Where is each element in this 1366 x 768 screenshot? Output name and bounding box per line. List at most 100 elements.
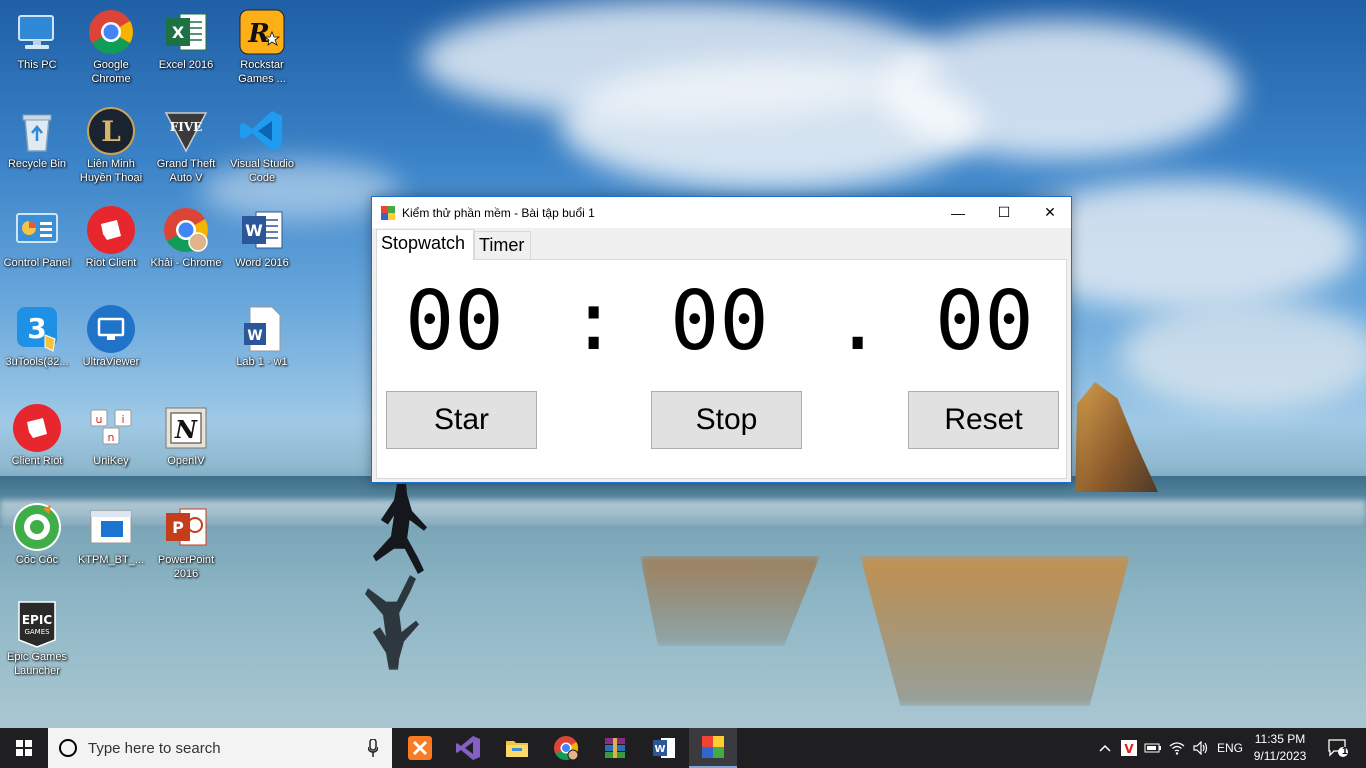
stopwatch-panel: 00 : 00 . 00 Star Stop Reset: [376, 259, 1067, 479]
desktop-icon-google-chrome[interactable]: Google Chrome: [74, 8, 148, 86]
rockstar-icon: R: [238, 8, 286, 56]
desktop-icon-client-riot[interactable]: Client Riot: [0, 404, 74, 468]
chrome-icon: [554, 736, 579, 761]
svg-text:V: V: [1124, 742, 1134, 756]
desktop-icon-openiv[interactable]: N OpenIV: [149, 404, 223, 468]
start-button[interactable]: Star: [386, 391, 537, 449]
taskbar-search-box[interactable]: Type here to search: [48, 728, 392, 768]
tab-timer[interactable]: Timer: [474, 231, 531, 259]
taskbar-visual-studio[interactable]: [444, 728, 492, 768]
xampp-icon: [408, 736, 432, 760]
svg-text:W: W: [245, 221, 263, 240]
desktop-icon-this-pc[interactable]: This PC: [0, 8, 74, 72]
vscode-icon: [238, 107, 286, 155]
visual-studio-icon: [456, 736, 480, 760]
desktop-icon-gta-v[interactable]: FIVE Grand Theft Auto V: [149, 107, 223, 185]
show-hidden-icons-button[interactable]: [1094, 728, 1116, 768]
word-doc-icon: W: [238, 305, 286, 353]
windows-icon: [16, 740, 32, 756]
svg-text:FIVE: FIVE: [170, 120, 203, 134]
gta-icon: FIVE: [162, 107, 210, 155]
3utools-icon: 3: [13, 305, 61, 353]
desktop-icon-ktpm[interactable]: KTPM_BT_...: [74, 503, 148, 567]
stop-button[interactable]: Stop: [651, 391, 802, 449]
taskbar-word[interactable]: W: [640, 728, 688, 768]
desktop-icon-lien-minh[interactable]: L Liên Minh Huyền Thoại: [74, 107, 148, 185]
chevron-up-icon: [1099, 744, 1111, 752]
desktop-icon-word[interactable]: W Word 2016: [225, 206, 299, 270]
stopwatch-window: Kiểm thử phần mềm - Bài tập buổi 1 — ☐ ✕…: [371, 196, 1072, 483]
desktop-icon-khai-chrome[interactable]: Khải - Chrome: [149, 206, 223, 270]
svg-text:i: i: [121, 413, 124, 426]
file-explorer-icon: [506, 741, 528, 757]
search-icon: [59, 739, 77, 757]
desktop-icon-recycle-bin[interactable]: Recycle Bin: [0, 107, 74, 171]
svg-text:EPIC: EPIC: [22, 613, 52, 627]
taskbar: Type here to search W V ENG 11:35 PM 9/1…: [0, 728, 1366, 768]
app-icon: [381, 205, 395, 220]
minimize-button[interactable]: —: [935, 197, 981, 228]
powerpoint-icon: P: [162, 503, 210, 551]
desktop-icon-excel[interactable]: X Excel 2016: [149, 8, 223, 72]
taskbar-stopwatch-app[interactable]: [689, 728, 737, 768]
taskbar-winrar[interactable]: [591, 728, 639, 768]
svg-text:u: u: [96, 413, 103, 426]
svg-text:L: L: [101, 115, 121, 148]
openiv-icon: N: [162, 404, 210, 452]
epic-games-icon: EPIC GAMES: [13, 600, 61, 648]
tray-volume[interactable]: [1190, 728, 1212, 768]
svg-text:W: W: [654, 744, 665, 755]
recycle-bin-icon: [13, 107, 61, 155]
search-placeholder: Type here to search: [88, 739, 221, 757]
svg-text:X: X: [172, 23, 185, 42]
taskbar-file-explorer[interactable]: [493, 728, 541, 768]
desktop-icon-coccoc[interactable]: Cốc Cốc: [0, 503, 74, 567]
vietnamese-input-icon: V: [1121, 740, 1137, 756]
tab-stopwatch[interactable]: Stopwatch: [376, 229, 474, 260]
desktop-icon-ultraviewer[interactable]: UltraViewer: [74, 305, 148, 369]
taskbar-chrome[interactable]: [542, 728, 590, 768]
tray-language[interactable]: ENG: [1214, 728, 1246, 768]
centiseconds-display: 00: [935, 274, 1034, 369]
notification-center-button[interactable]: 1: [1318, 728, 1358, 768]
winrar-icon: [605, 738, 625, 758]
desktop-icon-powerpoint[interactable]: P PowerPoint 2016: [149, 503, 223, 581]
window-title: Kiểm thử phần mềm - Bài tập buổi 1: [402, 205, 595, 220]
wallpaper-cloud: [1120, 300, 1366, 410]
start-button[interactable]: [0, 728, 48, 768]
coccoc-icon: [13, 503, 61, 551]
desktop-icon-3utools[interactable]: 3 3uTools(32...: [0, 305, 74, 369]
wallpaper-cloud: [880, 20, 1240, 160]
chrome-profile-icon: [162, 206, 210, 254]
tray-clock[interactable]: 11:35 PM 9/11/2023: [1248, 731, 1312, 765]
desktop-icon-rockstar[interactable]: R Rockstar Games ...: [225, 8, 299, 86]
tray-vietkey[interactable]: V: [1118, 728, 1140, 768]
desktop-icon-control-panel[interactable]: Control Panel: [0, 206, 74, 270]
tray-battery[interactable]: [1142, 728, 1164, 768]
chrome-icon: [87, 8, 135, 56]
svg-text:3: 3: [27, 312, 46, 345]
title-bar[interactable]: Kiểm thử phần mềm - Bài tập buổi 1 — ☐ ✕: [372, 197, 1071, 228]
unikey-icon: u in: [87, 404, 135, 452]
close-icon: ✕: [1044, 204, 1056, 220]
microphone-icon[interactable]: [368, 739, 378, 757]
maximize-button[interactable]: ☐: [981, 197, 1027, 228]
svg-text:P: P: [172, 518, 184, 537]
desktop-icon-epic-games[interactable]: EPIC GAMES Epic Games Launcher: [0, 600, 74, 678]
minimize-icon: —: [951, 204, 965, 221]
tray-wifi[interactable]: [1166, 728, 1188, 768]
riot-icon: [87, 206, 135, 254]
wallpaper-rock-reflection: [860, 556, 1130, 706]
battery-icon: [1144, 743, 1161, 753]
control-panel-icon: [13, 206, 61, 254]
svg-text:W: W: [247, 328, 262, 344]
reset-button[interactable]: Reset: [908, 391, 1059, 449]
desktop-icon-lab1[interactable]: W Lab 1 - w1: [225, 305, 299, 369]
clock-date: 9/11/2023: [1253, 749, 1307, 763]
desktop-icon-riot-client[interactable]: Riot Client: [74, 206, 148, 270]
desktop-icon-unikey[interactable]: uin UniKey: [74, 404, 148, 468]
close-button[interactable]: ✕: [1027, 197, 1073, 228]
ultraviewer-icon: [87, 305, 135, 353]
desktop-icon-vscode[interactable]: Visual Studio Code: [225, 107, 299, 185]
taskbar-xampp[interactable]: [396, 728, 444, 768]
